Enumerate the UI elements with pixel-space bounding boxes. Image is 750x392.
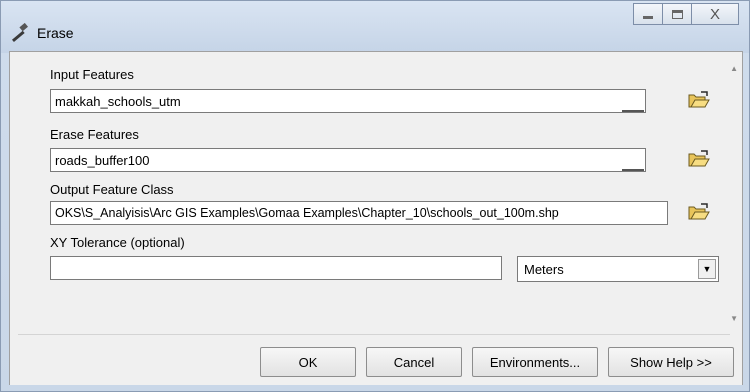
open-folder-icon <box>688 202 710 224</box>
input-features-label: Input Features <box>50 67 134 82</box>
ok-button[interactable]: OK <box>260 347 356 377</box>
erase-dialog: Erase X ▲ ▼ Input Features makkah_school… <box>0 0 750 392</box>
xy-tolerance-label: XY Tolerance (optional) <box>50 235 185 250</box>
close-icon: X <box>709 5 720 23</box>
open-folder-icon <box>688 90 710 112</box>
environments-button[interactable]: Environments... <box>472 347 598 377</box>
erase-features-browse-button[interactable] <box>686 148 712 172</box>
scroll-down-icon[interactable]: ▼ <box>730 314 738 323</box>
dialog-client-area: ▲ ▼ Input Features makkah_schools_utm Er… <box>9 51 743 385</box>
window-title: Erase <box>37 25 74 41</box>
erase-features-field[interactable]: roads_buffer100 <box>50 148 646 172</box>
erase-features-label: Erase Features <box>50 127 139 142</box>
output-feature-class-browse-button[interactable] <box>686 201 712 225</box>
minimize-icon <box>643 15 653 19</box>
xy-tolerance-unit-select[interactable]: Meters ▼ <box>517 256 719 282</box>
input-features-browse-button[interactable] <box>686 89 712 113</box>
open-folder-icon <box>688 149 710 171</box>
xy-tolerance-field[interactable] <box>50 256 502 280</box>
cancel-button[interactable]: Cancel <box>366 347 462 377</box>
minimize-button[interactable] <box>633 3 663 25</box>
maximize-button[interactable] <box>662 3 692 25</box>
erase-features-underline <box>622 169 644 171</box>
show-help-button[interactable]: Show Help >> <box>608 347 734 377</box>
dialog-button-bar: OK Cancel Environments... Show Help >> <box>10 335 742 385</box>
chevron-down-icon[interactable]: ▼ <box>698 259 716 279</box>
maximize-icon <box>671 9 683 19</box>
output-feature-class-field[interactable]: OKS\S_Analyisis\Arc GIS Examples\Gomaa E… <box>50 201 668 225</box>
close-button[interactable]: X <box>691 3 739 25</box>
vertical-scrollbar[interactable]: ▲ ▼ <box>725 52 742 323</box>
xy-tolerance-unit-value: Meters <box>524 262 564 277</box>
input-features-underline <box>622 110 644 112</box>
output-feature-class-label: Output Feature Class <box>50 182 174 197</box>
input-features-field[interactable]: makkah_schools_utm <box>50 89 646 113</box>
window-controls: X <box>633 3 739 25</box>
scroll-up-icon[interactable]: ▲ <box>730 64 738 73</box>
hammer-icon <box>9 22 31 45</box>
title-bar[interactable]: Erase X <box>1 1 749 53</box>
